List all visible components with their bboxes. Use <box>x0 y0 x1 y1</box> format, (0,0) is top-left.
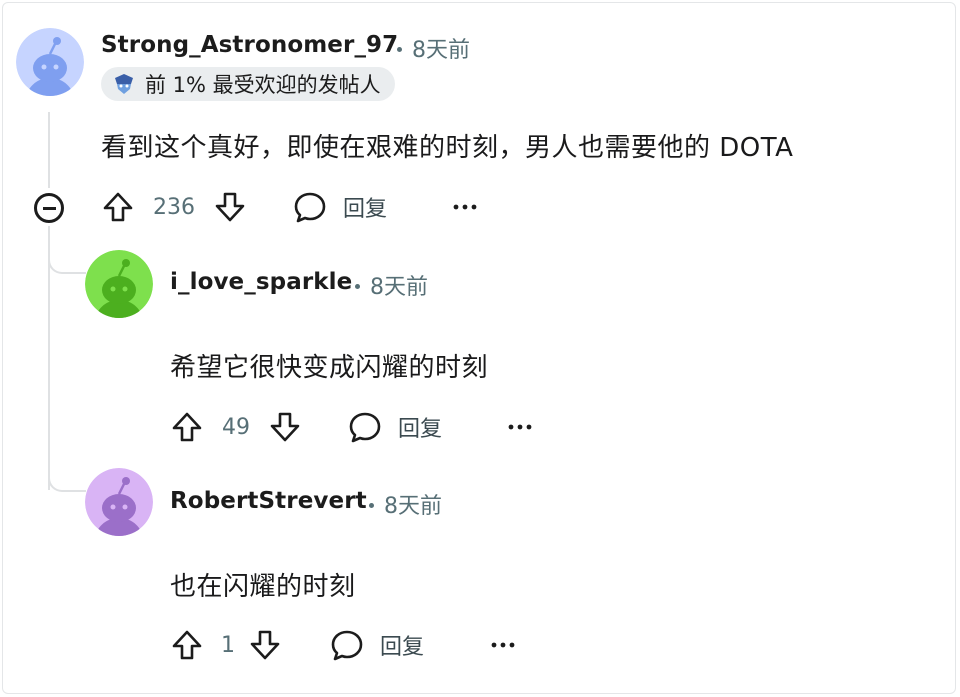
more-icon <box>452 190 478 224</box>
arrow-up-icon <box>101 190 135 224</box>
arrow-up-icon <box>170 410 204 444</box>
reply-label: 回复 <box>398 417 443 442</box>
timestamp: 8天前 <box>369 488 442 520</box>
crown-icon <box>111 72 137 96</box>
avatar[interactable] <box>85 250 153 318</box>
comment-body: 看到这个真好，即使在艰难的时刻，男人也需要他的 DOTA <box>101 133 794 163</box>
timestamp-text: 8天前 <box>370 275 428 300</box>
speech-bubble-icon <box>330 628 364 662</box>
vote-count: 49 <box>222 415 250 440</box>
arrow-down-icon <box>213 190 247 224</box>
avatar[interactable] <box>85 468 153 536</box>
snoo-avatar-icon <box>16 28 84 96</box>
timestamp-text: 8天前 <box>384 494 442 519</box>
user-flair: 前 1% 最受欢迎的发帖人 <box>101 67 395 101</box>
downvote-button[interactable] <box>268 410 302 444</box>
timestamp-text: 8天前 <box>412 38 470 63</box>
username[interactable]: i_love_sparkle <box>170 269 352 295</box>
separator-dot <box>369 502 374 508</box>
timestamp: 8天前 <box>397 32 470 64</box>
arrow-down-icon <box>248 628 282 662</box>
more-icon <box>507 410 533 444</box>
more-options-button[interactable] <box>490 628 516 662</box>
thread-line-top <box>48 112 50 188</box>
speech-bubble-icon <box>293 190 327 224</box>
upvote-button[interactable] <box>101 190 135 224</box>
reply-label: 回复 <box>380 635 425 660</box>
downvote-button[interactable] <box>248 628 282 662</box>
avatar[interactable] <box>16 28 84 96</box>
username[interactable]: Strong_Astronomer_97 <box>101 32 398 58</box>
reply-button[interactable]: 回复 <box>293 190 387 224</box>
reply-button[interactable]: 回复 <box>348 410 442 444</box>
separator-dot <box>397 46 402 52</box>
snoo-avatar-icon <box>85 468 153 536</box>
more-options-button[interactable] <box>507 410 533 444</box>
separator-dot <box>355 283 360 289</box>
comment-body: 也在闪耀的时刻 <box>170 572 356 602</box>
reply-button[interactable]: 回复 <box>330 628 424 662</box>
upvote-button[interactable] <box>170 410 204 444</box>
flair-text: 前 1% 最受欢迎的发帖人 <box>145 73 381 97</box>
downvote-button[interactable] <box>213 190 247 224</box>
more-options-button[interactable] <box>452 190 478 224</box>
reply-label: 回复 <box>343 197 388 222</box>
vote-count: 236 <box>153 195 195 220</box>
speech-bubble-icon <box>348 410 382 444</box>
arrow-up-icon <box>170 628 204 662</box>
comment-body: 希望它很快变成闪耀的时刻 <box>170 353 489 383</box>
upvote-button[interactable] <box>170 628 204 662</box>
vote-count: 1 <box>221 633 235 658</box>
more-icon <box>490 628 516 662</box>
username[interactable]: RobertStrevert <box>170 488 367 514</box>
thread-elbow-reply-2 <box>48 454 86 492</box>
thread-elbow-reply-1 <box>48 236 86 274</box>
timestamp: 8天前 <box>355 269 428 301</box>
arrow-down-icon <box>268 410 302 444</box>
collapse-icon[interactable] <box>34 193 64 223</box>
snoo-avatar-icon <box>85 250 153 318</box>
